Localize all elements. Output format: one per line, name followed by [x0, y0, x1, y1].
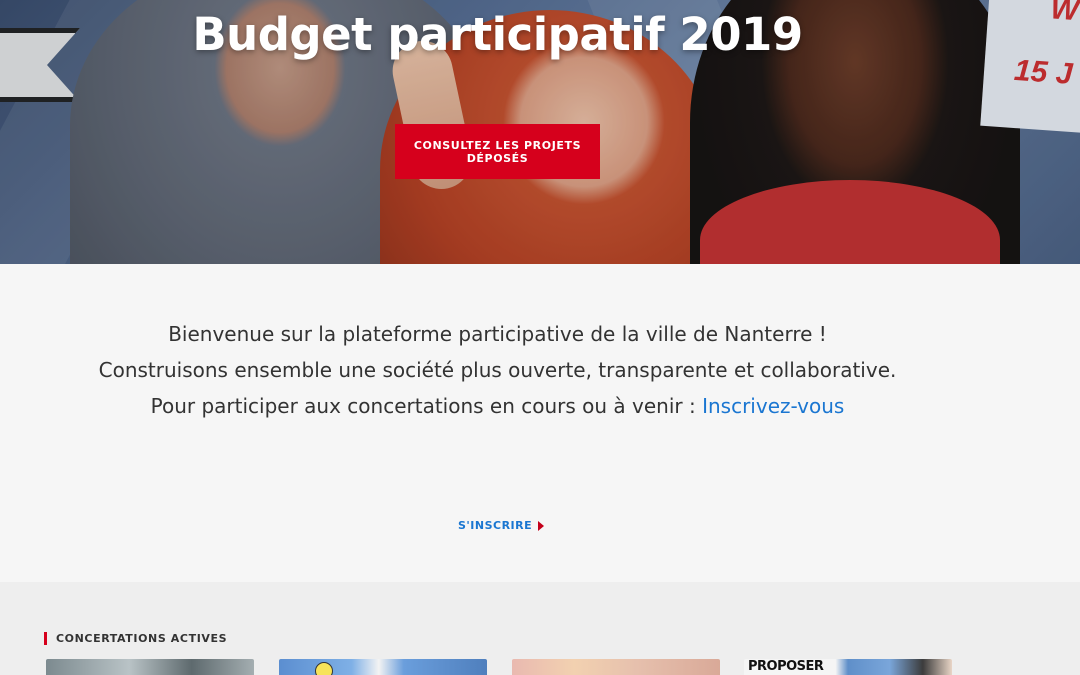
welcome-section: Bienvenue sur la plateforme participativ…	[0, 264, 1080, 582]
hero-title: Budget participatif 2019	[192, 8, 803, 61]
signup-link[interactable]: S'INSCRIRE	[458, 519, 545, 532]
welcome-line-3: Pour participer aux concertations en cou…	[0, 394, 995, 418]
concertation-card[interactable]: PROPOSER	[744, 659, 952, 675]
card-image-label: PROPOSER	[748, 659, 824, 674]
welcome-line-1: Bienvenue sur la plateforme participativ…	[168, 322, 827, 346]
concertation-card[interactable]	[279, 659, 487, 675]
signup-label: S'INSCRIRE	[458, 519, 533, 532]
consult-projects-button[interactable]: CONSULTEZ LES PROJETS DÉPOSÉS	[395, 124, 600, 179]
section-title: CONCERTATIONS ACTIVES	[44, 632, 227, 645]
chevron-right-icon	[538, 520, 545, 531]
concertation-card[interactable]	[46, 659, 254, 675]
sun-icon	[315, 662, 333, 675]
concertation-card[interactable]	[512, 659, 720, 675]
active-concertations-section: CONCERTATIONS ACTIVES PROPOSER	[0, 582, 1080, 675]
welcome-line-3-text: Pour participer aux concertations en cou…	[150, 394, 703, 418]
hero-banner: W 15 J Budget participatif 2019 CONSULTE…	[0, 0, 1080, 264]
register-link[interactable]: Inscrivez-vous	[702, 394, 844, 418]
welcome-line-2: Construisons ensemble une société plus o…	[98, 358, 897, 382]
